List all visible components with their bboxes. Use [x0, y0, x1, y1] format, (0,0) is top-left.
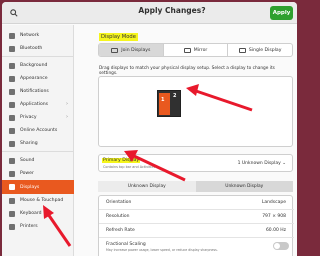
mode-label: Mirror — [193, 47, 208, 53]
refresh-rate-label: Refresh Rate — [106, 228, 135, 233]
resolution-row[interactable]: Resolution 797 × 908 — [99, 210, 294, 224]
monitor-preview[interactable]: 1 2 — [157, 90, 181, 117]
refresh-rate-value[interactable]: 60.00 Hz — [266, 228, 286, 233]
arrangement-hint: Drag displays to match your physical dis… — [99, 66, 275, 76]
apply-button[interactable]: Apply — [270, 6, 293, 20]
chevron-right-icon: › — [66, 114, 68, 120]
join-displays-icon — [111, 47, 119, 53]
primary-display-row[interactable]: Primary Display Contains top bar and Act… — [98, 154, 293, 172]
power-icon — [9, 170, 15, 177]
tab-display-1[interactable]: Unknown Display — [98, 181, 196, 192]
sidebar-item-background[interactable]: Background — [2, 59, 74, 72]
mouse-icon — [9, 197, 15, 204]
displays-icon — [9, 184, 15, 190]
sidebar-item-bluetooth[interactable]: Bluetooth — [2, 42, 74, 55]
sidebar-item-label: Appearance — [20, 76, 48, 81]
fractional-scaling-toggle[interactable] — [273, 242, 289, 250]
sharing-icon — [9, 140, 15, 147]
tab-display-2[interactable]: Unknown Display — [195, 181, 293, 192]
sidebar-divider — [2, 151, 74, 152]
primary-display-value: 1 Unknown Display — [237, 161, 281, 166]
sidebar-item-applications[interactable]: Applications › — [2, 98, 74, 111]
monitor-number: 2 — [173, 93, 177, 99]
display-mode-heading: Display Mode — [99, 33, 138, 41]
display-mode-selector: Join Displays Mirror Single Display — [98, 43, 293, 57]
sidebar-item-power[interactable]: Power — [2, 167, 74, 180]
appearance-icon — [9, 75, 15, 82]
resolution-value[interactable]: 797 × 908 — [262, 214, 286, 219]
mirror-icon — [183, 47, 191, 53]
display-tabs: Unknown Display Unknown Display — [98, 181, 293, 192]
sidebar-item-label: Sound — [20, 158, 35, 163]
settings-window: Apply Changes? Apply Network Bluetooth B… — [2, 2, 297, 256]
primary-display-subtitle: Contains top bar and Activities — [103, 165, 156, 169]
dialog-title: Apply Changes? — [138, 6, 206, 15]
search-icon[interactable] — [8, 7, 20, 19]
sidebar-item-label: Applications — [20, 102, 49, 107]
bluetooth-icon — [9, 45, 15, 52]
sidebar-item-label: Network — [20, 33, 40, 38]
sidebar: Network Bluetooth Background Appearance … — [2, 25, 74, 256]
primary-display-dropdown[interactable]: 1 Unknown Display ⌄ — [238, 161, 286, 166]
sidebar-item-label: Sharing — [20, 141, 38, 146]
sidebar-item-label: Background — [20, 63, 48, 68]
display-arrangement: 1 2 — [98, 76, 293, 147]
sidebar-item-label: Online Accounts — [20, 128, 58, 133]
privacy-icon — [9, 114, 15, 121]
printer-icon — [9, 223, 15, 230]
single-display-icon — [238, 47, 246, 53]
keyboard-icon — [9, 210, 15, 217]
applications-icon — [9, 101, 15, 108]
header-bar: Apply Changes? Apply — [2, 2, 297, 24]
sidebar-item-label: Power — [20, 171, 34, 176]
sidebar-item-displays[interactable]: Displays — [2, 180, 74, 194]
fractional-scaling-label: Fractional Scaling — [106, 242, 146, 247]
sidebar-item-mouse-touchpad[interactable]: Mouse & Touchpad — [2, 194, 74, 207]
orientation-label: Orientation — [106, 200, 132, 205]
sidebar-item-notifications[interactable]: Notifications — [2, 85, 74, 98]
primary-display-title: Primary Display — [102, 158, 141, 163]
sidebar-item-label: Mouse & Touchpad — [20, 198, 64, 203]
refresh-rate-row[interactable]: Refresh Rate 60.00 Hz — [99, 224, 294, 238]
sidebar-item-label: Displays — [20, 184, 40, 190]
sidebar-item-sound[interactable]: Sound — [2, 154, 74, 167]
chevron-right-icon: › — [66, 101, 68, 107]
sidebar-item-appearance[interactable]: Appearance — [2, 72, 74, 85]
orientation-row[interactable]: Orientation Landscape — [99, 196, 294, 210]
sidebar-item-printers[interactable]: Printers — [2, 220, 74, 233]
mode-label: Join Displays — [121, 47, 151, 53]
monitor-number: 1 — [161, 97, 165, 103]
sidebar-item-label: Bluetooth — [20, 46, 43, 51]
orientation-value[interactable]: Landscape — [262, 200, 286, 205]
sidebar-item-keyboard[interactable]: Keyboard — [2, 207, 74, 220]
resolution-label: Resolution — [106, 214, 130, 219]
display-settings: Orientation Landscape Resolution 797 × 9… — [98, 195, 294, 256]
sidebar-item-network[interactable]: Network — [2, 29, 74, 42]
sidebar-item-privacy[interactable]: Privacy › — [2, 111, 74, 124]
chevron-down-icon: ⌄ — [282, 161, 286, 166]
mode-label: Single Display — [248, 47, 282, 53]
displays-panel: Display Mode Join Displays Mirror Single… — [75, 25, 297, 256]
mode-single-display[interactable]: Single Display — [228, 44, 292, 56]
fractional-scaling-row[interactable]: Fractional Scaling May increase power us… — [99, 238, 294, 256]
sidebar-divider — [2, 56, 74, 57]
notifications-icon — [9, 88, 15, 95]
sidebar-item-sharing[interactable]: Sharing — [2, 137, 74, 150]
sidebar-item-label: Printers — [20, 224, 38, 229]
online-accounts-icon — [9, 127, 15, 134]
sound-icon — [9, 157, 15, 164]
sidebar-item-label: Privacy — [20, 115, 37, 120]
mode-join-displays[interactable]: Join Displays — [99, 44, 164, 56]
sidebar-item-label: Notifications — [20, 89, 49, 94]
mode-mirror[interactable]: Mirror — [164, 44, 229, 56]
network-icon — [9, 32, 15, 39]
background-icon — [9, 62, 15, 69]
fractional-scaling-subtitle: May increase power usage, lower speed, o… — [106, 248, 218, 252]
sidebar-item-online-accounts[interactable]: Online Accounts — [2, 124, 74, 137]
sidebar-item-label: Keyboard — [20, 211, 42, 216]
